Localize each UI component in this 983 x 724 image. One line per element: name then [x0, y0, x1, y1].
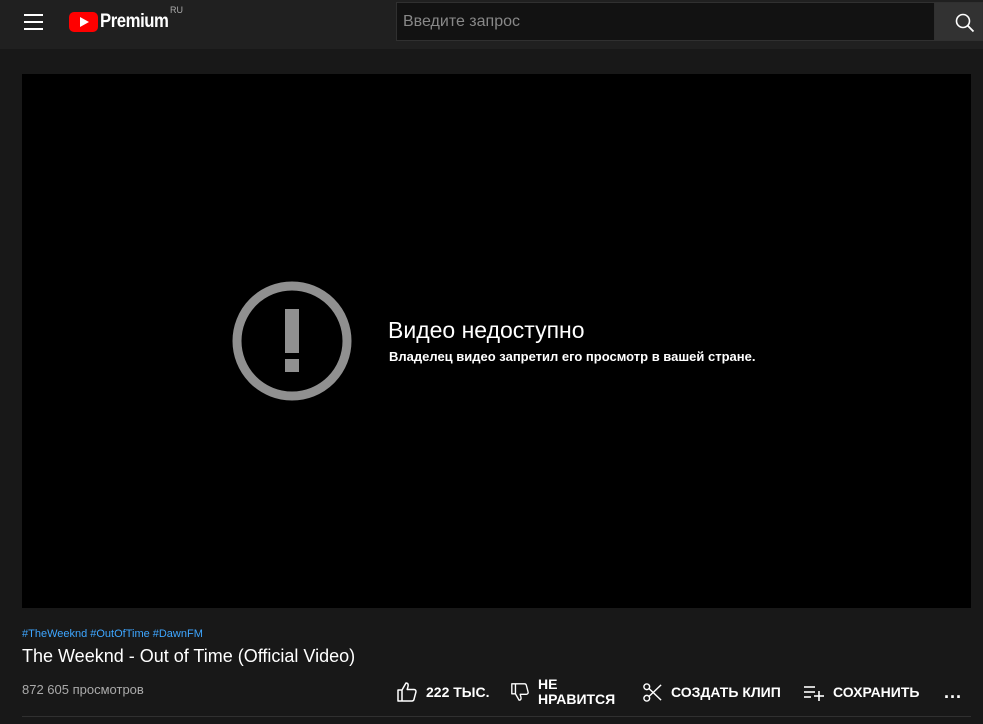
- action-bar: 222 ТЫС. НЕ НРАВИТСЯ СОЗДАТЬ КЛИП СОХРАН…: [0, 672, 983, 712]
- playlist-add-icon: [804, 686, 824, 701]
- hashtag-link[interactable]: #DawnFM: [153, 628, 203, 640]
- logo-text: Premium: [100, 11, 169, 32]
- divider: [22, 716, 971, 717]
- save-button[interactable]: СОХРАНИТЬ: [803, 672, 919, 712]
- dislike-label: НЕ НРАВИТСЯ: [538, 676, 616, 707]
- hashtag-list: #TheWeeknd #OutOfTime #DawnFM: [22, 628, 206, 640]
- create-clip-label: СОЗДАТЬ КЛИП: [671, 684, 781, 700]
- scissors-icon: [643, 682, 662, 702]
- dislike-button[interactable]: НЕ НРАВИТСЯ: [510, 672, 620, 712]
- hashtag-link[interactable]: #OutOfTime: [90, 628, 150, 640]
- search-button[interactable]: [934, 2, 983, 41]
- thumb-down-icon: [511, 683, 529, 701]
- like-count: 222 ТЫС.: [426, 684, 490, 700]
- error-title: Видео недоступно: [388, 317, 585, 343]
- masthead: Premium RU: [0, 0, 983, 49]
- error-icon: [232, 281, 352, 401]
- error-subtitle: Владелец видео запретил его просмотр в в…: [389, 349, 756, 364]
- more-icon[interactable]: ...: [940, 672, 966, 712]
- youtube-premium-logo[interactable]: Premium RU: [69, 5, 199, 36]
- video-player[interactable]: Видео недоступно Владелец видео запретил…: [22, 74, 971, 608]
- logo-country-code: RU: [170, 5, 183, 15]
- thumb-up-icon: [397, 682, 417, 702]
- youtube-logo-icon: [69, 12, 98, 32]
- search-input[interactable]: [396, 2, 934, 41]
- hashtag-link[interactable]: #TheWeeknd: [22, 628, 87, 640]
- video-title: The Weeknd - Out of Time (Official Video…: [22, 646, 356, 666]
- save-label: СОХРАНИТЬ: [833, 684, 920, 700]
- like-button[interactable]: 222 ТЫС.: [396, 672, 490, 712]
- create-clip-button[interactable]: СОЗДАТЬ КЛИП: [642, 672, 781, 712]
- search-icon: [955, 13, 975, 33]
- menu-icon[interactable]: [18, 8, 50, 36]
